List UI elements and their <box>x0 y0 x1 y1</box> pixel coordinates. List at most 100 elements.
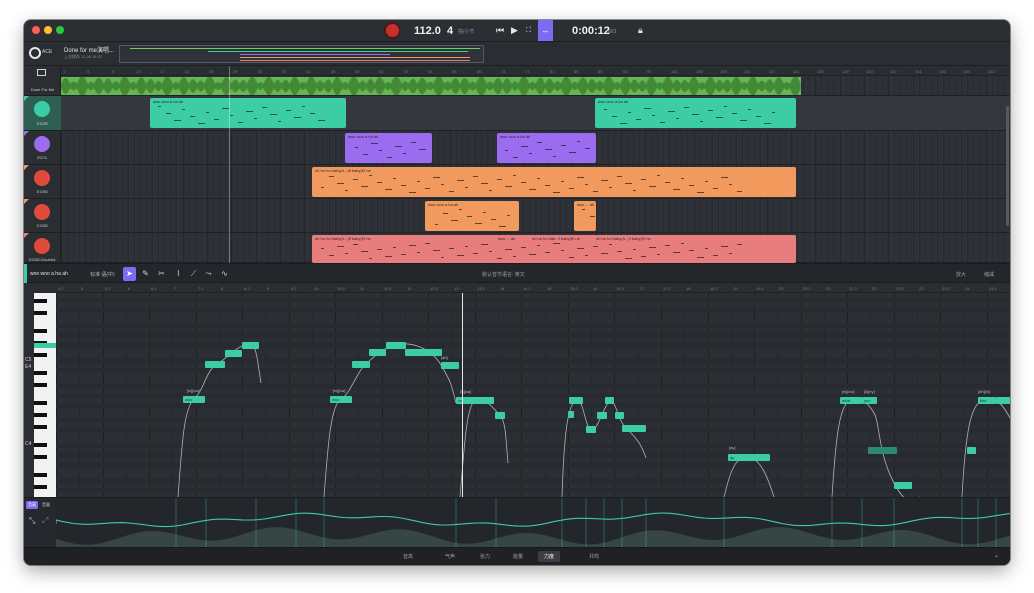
note[interactable] <box>205 361 225 368</box>
pitch-draw-icon[interactable]: ⌇ <box>172 267 185 281</box>
tab-strength[interactable]: 力度 <box>538 551 561 562</box>
pitch-line-icon[interactable]: ⟋ <box>187 267 200 281</box>
pointer-tool-icon[interactable]: ➤ <box>123 267 136 281</box>
clip[interactable]: oh ho ho baby(h...)ff baby(f2 ne <box>312 167 796 197</box>
beats-display[interactable]: 4 <box>447 25 453 37</box>
black-key[interactable] <box>34 371 47 375</box>
piano-roll[interactable]: [w][uw] [w][uw] [ah] [h][aa] [ay] [w][uw… <box>56 293 1010 497</box>
tab-pitch[interactable]: 音高 <box>403 553 413 560</box>
zoom-in-button[interactable]: 放大 <box>956 271 966 278</box>
param-tab-pitch[interactable]: 音高 <box>26 501 38 509</box>
metronome-icon[interactable]: ⛶ <box>526 27 531 35</box>
note[interactable] <box>352 361 370 368</box>
project-name[interactable]: Done for me演唱... <box>64 45 114 54</box>
note[interactable] <box>569 397 583 404</box>
note[interactable] <box>967 447 976 454</box>
minimize-window-button[interactable] <box>44 26 52 34</box>
black-key[interactable] <box>34 485 47 489</box>
note[interactable] <box>441 362 459 369</box>
tab-resonance[interactable]: 共鸣 <box>589 553 599 560</box>
note[interactable] <box>386 342 406 349</box>
clip[interactable]: woo woo a ha ah <box>425 201 519 231</box>
black-key[interactable] <box>34 443 47 447</box>
note[interactable]: woo <box>183 396 205 403</box>
scissors-tool-icon[interactable]: ✂ <box>155 267 168 281</box>
erase-curve-icon[interactable]: ⤢ <box>42 516 48 526</box>
param-tab-volume[interactable]: 音量 <box>40 501 52 509</box>
tab-breath[interactable]: 气声 <box>445 553 455 560</box>
clip[interactable]: woo woo a ha ah <box>595 98 796 128</box>
note[interactable] <box>405 349 442 356</box>
note[interactable] <box>597 412 607 419</box>
clip[interactable]: oh ho ho baby(h...)ff baby(f2 ne woo ...… <box>312 235 796 263</box>
clip[interactable]: woo woo a ha ah <box>345 133 432 163</box>
track-header-eg2r[interactable]: EG2R <box>24 96 61 131</box>
track-header-audio[interactable]: Done For Me <box>24 66 61 96</box>
search-icon[interactable] <box>29 47 41 59</box>
editor-ruler[interactable]: 4.2 5 5.2 6 6.2 7 7.2 8 8.2 9 9.2 10 10.2 11 11.2 12 12.… <box>56 283 1010 293</box>
play-icon[interactable]: ▶ <box>511 25 518 36</box>
audio-waveform[interactable] <box>61 77 801 95</box>
note[interactable] <box>568 411 574 418</box>
playhead-arrangement[interactable] <box>229 66 230 263</box>
note[interactable] <box>615 412 624 419</box>
note[interactable] <box>894 482 912 489</box>
parameter-curve[interactable] <box>56 498 1010 547</box>
black-key[interactable] <box>34 383 47 387</box>
pitch-smooth-icon[interactable]: ⤳ <box>202 267 215 281</box>
note[interactable] <box>225 350 242 357</box>
clip[interactable]: woo ... ah <box>574 201 596 231</box>
tempo-display[interactable]: 112.0 <box>414 25 441 37</box>
timeline-ruler[interactable]: 1 5 9 13 17 21 25 29 33 37 41 45 49 53 57 61 65 69 73 77 81 8… <box>61 66 1010 76</box>
track-header-eg0d-double[interactable]: EG0D-DoubleL <box>24 233 61 263</box>
pencil-tool-icon[interactable]: ✎ <box>139 267 152 281</box>
note[interactable]: woo <box>330 396 352 403</box>
lyric-mode-select[interactable]: 标准 语(中) <box>90 271 115 278</box>
track-header-eg7l[interactable]: EG7L <box>24 131 61 165</box>
note[interactable] <box>605 397 614 404</box>
note[interactable]: you <box>862 397 877 404</box>
zoom-out-button[interactable]: 缩减 <box>984 271 994 278</box>
loop-button[interactable]: ↔ <box>538 20 553 41</box>
note[interactable]: ay <box>728 454 770 461</box>
note[interactable] <box>996 397 1010 404</box>
note[interactable] <box>622 425 646 432</box>
black-key[interactable] <box>34 473 47 477</box>
note[interactable] <box>495 412 505 419</box>
parameter-lane[interactable] <box>56 497 1010 547</box>
note[interactable]: this <box>978 397 996 404</box>
note[interactable] <box>868 447 897 454</box>
track-header-eg0d[interactable]: EG0D <box>24 165 61 199</box>
zoom-window-button[interactable] <box>56 26 64 34</box>
black-key[interactable] <box>34 299 47 303</box>
record-button[interactable] <box>386 24 399 37</box>
black-key[interactable] <box>34 455 47 459</box>
lock-icon[interactable]: 🔒︎ <box>638 25 643 36</box>
black-key[interactable] <box>34 401 47 405</box>
collapse-icon[interactable]: ⌄ <box>994 552 999 559</box>
arrangement-view[interactable]: 1 5 9 13 17 21 25 29 33 37 41 45 49 53 57 61 65 69 73 77 81 8… <box>61 66 1010 263</box>
syllable-language[interactable]: 默认音节语言: 英文 <box>482 271 525 278</box>
playhead-editor[interactable] <box>462 293 463 497</box>
overview-minimap[interactable] <box>119 45 484 63</box>
clip[interactable]: woo woo a ha ah <box>497 133 596 163</box>
skip-back-icon[interactable]: ⏮ <box>496 25 504 36</box>
note[interactable] <box>369 349 386 356</box>
draw-curve-icon[interactable]: ⤡ <box>29 516 35 526</box>
tab-energy[interactable]: 能量 <box>513 553 523 560</box>
track-header-eg0d-2[interactable]: EG0D <box>24 199 61 233</box>
note[interactable]: what <box>840 397 862 404</box>
tab-tension[interactable]: 张力 <box>480 553 490 560</box>
black-key[interactable] <box>34 425 47 429</box>
black-key[interactable] <box>34 311 47 315</box>
vertical-scrollbar[interactable] <box>1006 106 1009 226</box>
black-key[interactable] <box>34 353 47 357</box>
note[interactable] <box>242 342 259 349</box>
black-key[interactable] <box>34 329 47 333</box>
close-window-button[interactable] <box>32 26 40 34</box>
piano-keyboard[interactable]: C5 E4 C4 <box>24 283 56 497</box>
pitch-curve[interactable] <box>56 293 1010 497</box>
clip[interactable]: woo woo a ha ah <box>150 98 346 128</box>
vibrato-icon[interactable]: ∿ <box>218 267 231 281</box>
black-key[interactable] <box>34 413 47 417</box>
